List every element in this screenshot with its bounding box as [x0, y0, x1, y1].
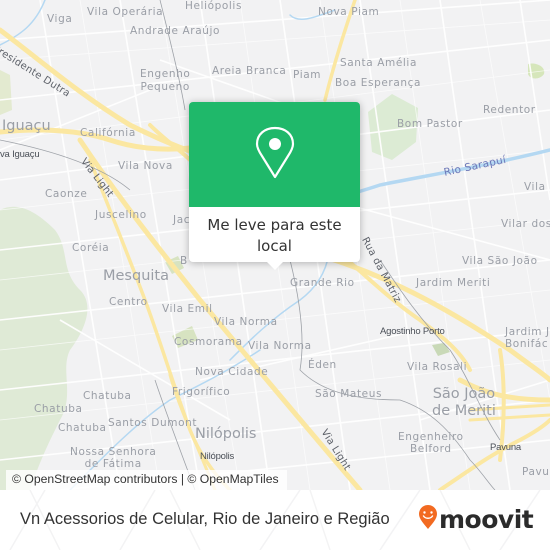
- place-label-santa-amelia: Santa Amélia: [340, 57, 417, 69]
- place-label-cosmorama: Cosmorama: [174, 336, 243, 348]
- forest-area: [0, 70, 12, 115]
- place-label-nova-cidade: Nova Cidade: [195, 366, 269, 378]
- place-label-engenho-pequeno: Engenho Pequeno: [140, 68, 191, 93]
- place-label-chatuba-1: Chatuba: [83, 390, 132, 402]
- road: [148, 123, 192, 162]
- place-label-vila-s: Vila S: [524, 181, 550, 193]
- city-label-mesquita: Mesquita: [103, 268, 169, 284]
- place-label-b: B: [180, 255, 188, 267]
- map-pin-icon: [255, 126, 295, 184]
- place-label-eden: Éden: [308, 359, 337, 371]
- place-label-redentor: Redentor: [483, 104, 536, 116]
- place-label-coreia: Coréia: [72, 242, 110, 254]
- location-title: Vn Acessorios de Celular, Rio de Janeiro…: [20, 510, 390, 528]
- place-label-sao-mateus: São Mateus: [315, 388, 383, 400]
- place-label-piam: Piam: [293, 69, 322, 81]
- place-label-vila-norma: Vila Norma: [214, 316, 278, 328]
- place-label-heliopolis: Heliópolis: [185, 0, 243, 12]
- place-label-vila-sao-joao: Vila São João: [462, 255, 538, 267]
- place-label-boa-esperanca: Boa Esperança: [335, 77, 422, 89]
- place-label-andrade-araujo: Andrade Araújo: [130, 25, 221, 37]
- station-label-pavuna: Pavuna: [490, 442, 522, 453]
- place-label-juscelino: Juscelino: [95, 209, 147, 221]
- moovit-logo[interactable]: moovit: [418, 504, 534, 534]
- city-label-nilopolis: Nilópolis: [195, 426, 257, 442]
- moovit-pin-smiley-icon: [418, 504, 438, 534]
- place-label-jardim-bonifacio: Jardim Jo Bonifác: [505, 326, 550, 350]
- city-label-sao-joao-de-meriti: São João de Meriti: [432, 386, 496, 419]
- place-label-pavu: Pavu: [522, 466, 550, 478]
- popup-header: [189, 102, 360, 207]
- place-label-jardim-meriti: Jardim Meriti: [416, 277, 491, 289]
- footer-bar: Vn Acessorios de Celular, Rio de Janeiro…: [0, 490, 550, 550]
- city-label-nova-iguacu: Iguaçu: [2, 118, 51, 134]
- map-view[interactable]: Viga Vila Operária Heliópolis Nova Piam …: [0, 0, 550, 490]
- place-label-areia-branca: Areia Branca: [212, 65, 287, 77]
- station-label-nova-iguacu: va Iguaçu: [0, 149, 40, 160]
- place-label-california: Califórnia: [80, 127, 136, 139]
- place-label-viga: Viga: [47, 13, 73, 25]
- popup-pointer: [267, 262, 283, 270]
- place-label-nova-piam: Nova Piam: [318, 6, 380, 18]
- place-label-vila-norma-2: Vila Norma: [248, 340, 312, 352]
- station-label-agostinho-porto: Agostinho Porto: [380, 326, 445, 337]
- place-label-caonze: Caonze: [45, 188, 88, 200]
- station-label-nilopolis: Nilópolis: [200, 451, 235, 462]
- place-label-vila-emil: Vila Emil: [162, 303, 213, 315]
- location-popup[interactable]: Me leve para este local: [189, 102, 360, 270]
- map-attribution[interactable]: © OpenStreetMap contributors | © OpenMap…: [6, 470, 287, 490]
- place-label-frigorifico: Frigorífico: [172, 386, 231, 398]
- moovit-wordmark: moovit: [439, 504, 534, 534]
- place-label-bom-pastor: Bom Pastor: [397, 118, 463, 130]
- place-label-jac: Jac: [173, 214, 191, 226]
- place-label-vila-operaria: Vila Operária: [87, 6, 164, 18]
- place-label-chatuba-3: Chatuba: [58, 422, 107, 434]
- place-label-engenheiro-belford: Engenheiro Belford: [398, 431, 464, 455]
- rail-line: [159, 0, 186, 111]
- place-label-grande-rio: Grande Rio: [290, 277, 355, 289]
- place-label-santos-dumont: Santos Dumont: [108, 417, 198, 429]
- place-label-centro: Centro: [109, 296, 148, 308]
- park: [432, 343, 450, 356]
- take-me-here-link[interactable]: Me leve para este local: [189, 207, 360, 257]
- place-label-nossa-senhora-de-fatima: Nossa Senhora de Fátima: [70, 446, 157, 470]
- place-label-vila-nova: Vila Nova: [118, 160, 173, 172]
- place-label-vila-rosali: Vila Rosali: [407, 361, 468, 373]
- place-label-chatuba-2: Chatuba: [34, 403, 83, 415]
- place-label-vilar-dos: Vilar dos: [501, 218, 550, 230]
